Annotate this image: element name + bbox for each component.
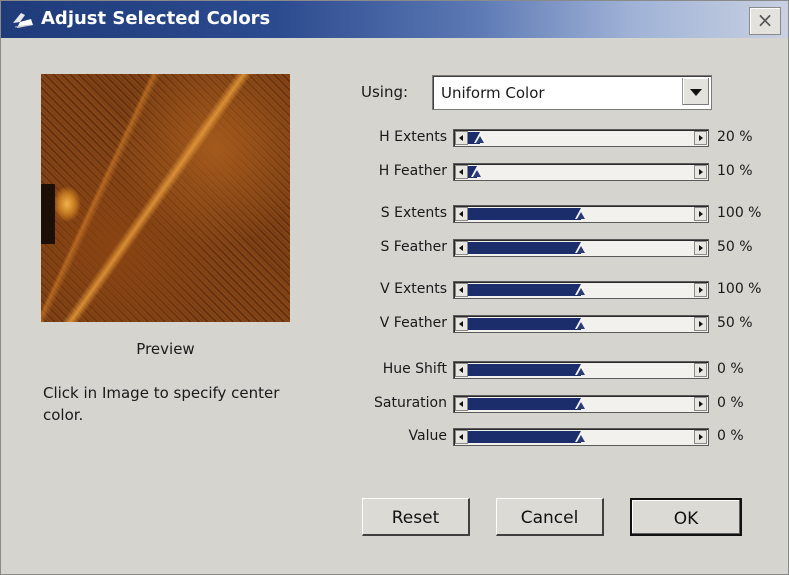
slider-track[interactable] xyxy=(453,205,709,223)
scroll-right-icon[interactable] xyxy=(694,363,707,377)
scroll-left-icon[interactable] xyxy=(455,317,468,331)
slider-label: S Extents xyxy=(380,205,447,221)
reset-button[interactable]: Reset xyxy=(362,498,470,536)
slider-track[interactable] xyxy=(453,361,709,379)
slider-thumb[interactable] xyxy=(575,284,587,296)
slider-thumb[interactable] xyxy=(575,242,587,254)
slider-track[interactable] xyxy=(453,315,709,333)
slider-thumb[interactable] xyxy=(575,364,587,376)
scroll-left-icon[interactable] xyxy=(455,283,468,297)
slider-thumb[interactable] xyxy=(471,166,484,178)
slider-label: V Feather xyxy=(379,315,447,331)
using-label: Using: xyxy=(361,83,409,101)
slider-row-hue-shift: Hue Shift 0 % xyxy=(341,360,771,380)
scroll-right-icon[interactable] xyxy=(694,207,707,221)
slider-label: V Extents xyxy=(380,281,447,297)
slider-value: 100 % xyxy=(717,281,762,297)
slider-row-v-extents: V Extents 100 % xyxy=(341,280,771,300)
slider-track[interactable] xyxy=(453,395,709,413)
slider-label: Hue Shift xyxy=(382,361,447,377)
preview-label: Preview xyxy=(136,340,195,358)
slider-fill xyxy=(468,364,581,376)
slider-value: 0 % xyxy=(717,361,744,377)
close-button[interactable]: × xyxy=(749,7,781,35)
scroll-left-icon[interactable] xyxy=(455,207,468,221)
slider-value: 0 % xyxy=(717,428,744,444)
slider-thumb[interactable] xyxy=(575,318,587,330)
slider-row-h-feather: H Feather 10 % xyxy=(341,162,771,182)
slider-fill xyxy=(468,208,581,220)
adjust-selected-colors-dialog: Adjust Selected Colors × Preview Click i… xyxy=(0,0,789,575)
scroll-right-icon[interactable] xyxy=(694,165,707,179)
slider-thumb[interactable] xyxy=(575,431,587,443)
slider-track[interactable] xyxy=(453,163,709,181)
slider-thumb[interactable] xyxy=(575,398,587,410)
window-title: Adjust Selected Colors xyxy=(41,8,271,29)
slider-row-s-extents: S Extents 100 % xyxy=(341,204,771,224)
scroll-right-icon[interactable] xyxy=(694,241,707,255)
cancel-button[interactable]: Cancel xyxy=(496,498,604,536)
slider-label: Saturation xyxy=(374,395,447,411)
slider-thumb[interactable] xyxy=(474,132,487,144)
slider-row-value: Value 0 % xyxy=(341,427,771,447)
ok-button[interactable]: OK xyxy=(630,498,742,536)
scroll-left-icon[interactable] xyxy=(455,430,468,444)
scroll-left-icon[interactable] xyxy=(455,363,468,377)
slider-label: S Feather xyxy=(380,239,447,255)
slider-value: 20 % xyxy=(717,129,753,145)
app-icon xyxy=(13,13,33,28)
scroll-left-icon[interactable] xyxy=(455,241,468,255)
slider-fill xyxy=(468,284,581,296)
slider-fill xyxy=(468,318,581,330)
slider-row-s-feather: S Feather 50 % xyxy=(341,238,771,258)
preview-shadow xyxy=(41,184,55,244)
scroll-left-icon[interactable] xyxy=(455,165,468,179)
scroll-right-icon[interactable] xyxy=(694,283,707,297)
scroll-right-icon[interactable] xyxy=(694,317,707,331)
slider-value: 10 % xyxy=(717,163,753,179)
slider-fill xyxy=(468,398,581,410)
slider-track[interactable] xyxy=(453,239,709,257)
slider-label: H Feather xyxy=(378,163,447,179)
slider-track[interactable] xyxy=(453,129,709,147)
scroll-right-icon[interactable] xyxy=(694,131,707,145)
scroll-right-icon[interactable] xyxy=(694,430,707,444)
preview-image[interactable] xyxy=(41,74,290,322)
using-dropdown[interactable]: Uniform Color xyxy=(432,75,712,110)
scroll-right-icon[interactable] xyxy=(694,397,707,411)
slider-fill xyxy=(468,431,581,443)
chevron-down-icon[interactable] xyxy=(682,78,709,105)
slider-track[interactable] xyxy=(453,281,709,299)
slider-fill xyxy=(468,242,581,254)
slider-value: 0 % xyxy=(717,395,744,411)
slider-value: 50 % xyxy=(717,315,753,331)
slider-label: Value xyxy=(408,428,447,444)
slider-value: 100 % xyxy=(717,205,762,221)
slider-track[interactable] xyxy=(453,428,709,446)
slider-thumb[interactable] xyxy=(575,208,587,220)
preview-hint: Click in Image to specify center color. xyxy=(43,384,280,424)
title-bar[interactable]: Adjust Selected Colors × xyxy=(1,1,788,38)
scroll-left-icon[interactable] xyxy=(455,131,468,145)
slider-label: H Extents xyxy=(379,129,447,145)
slider-row-v-feather: V Feather 50 % xyxy=(341,314,771,334)
scroll-left-icon[interactable] xyxy=(455,397,468,411)
slider-row-h-extents: H Extents 20 % xyxy=(341,128,771,148)
slider-value: 50 % xyxy=(717,239,753,255)
slider-row-saturation: Saturation 0 % xyxy=(341,394,771,414)
using-dropdown-value: Uniform Color xyxy=(441,84,545,102)
